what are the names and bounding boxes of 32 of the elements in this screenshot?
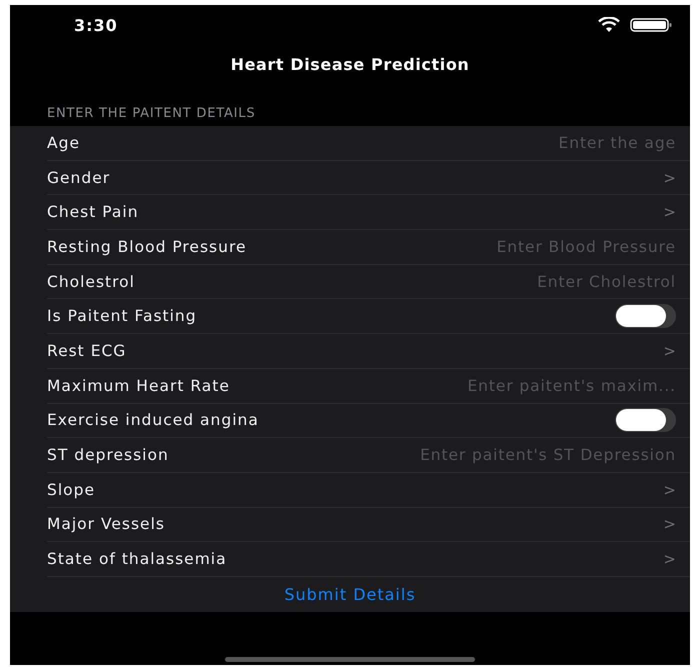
chevron: > [663,168,676,187]
field-label: State of thalassemia [47,550,227,568]
chevron: > [663,515,676,534]
wifi-icon [598,17,620,33]
battery-icon [630,18,672,32]
field-label: Gender [47,168,110,187]
chevron: > [663,550,676,568]
screen-title: Heart Disease Prediction [230,54,470,74]
toggle-switch[interactable] [615,304,676,328]
chevron: > [663,480,676,499]
field-label: Major Vessels [47,515,165,534]
field-label: Is Paitent Fasting [47,307,197,326]
input-field[interactable]: Enter Cholestrol [146,272,676,291]
field-label: Rest ECG [47,342,126,360]
field-label: Resting Blood Pressure [47,238,247,256]
field-label: Maximum Heart Rate [47,376,230,395]
chevron: > [663,203,676,222]
toggle-switch[interactable] [615,408,676,432]
section-header: ENTER THE PAITENT DETAILS [47,106,256,121]
field-label: Cholestrol [47,272,135,291]
field-label: Age [47,134,80,152]
input-field[interactable]: Enter Blood Pressure [258,238,676,256]
field-label: Exercise induced angina [47,411,259,430]
status-time: 3:30 [74,16,118,34]
chevron: > [663,342,676,360]
submit-button[interactable]: Submit Details [284,584,416,604]
input-field[interactable]: Enter the age [92,134,676,152]
input-field[interactable]: Enter paitent's maxim... [242,376,676,395]
field-label: ST depression [47,446,169,464]
input-field[interactable]: Enter paitent's ST Depression [180,446,676,464]
field-label: Chest Pain [47,203,139,222]
field-label: Slope [47,480,96,499]
